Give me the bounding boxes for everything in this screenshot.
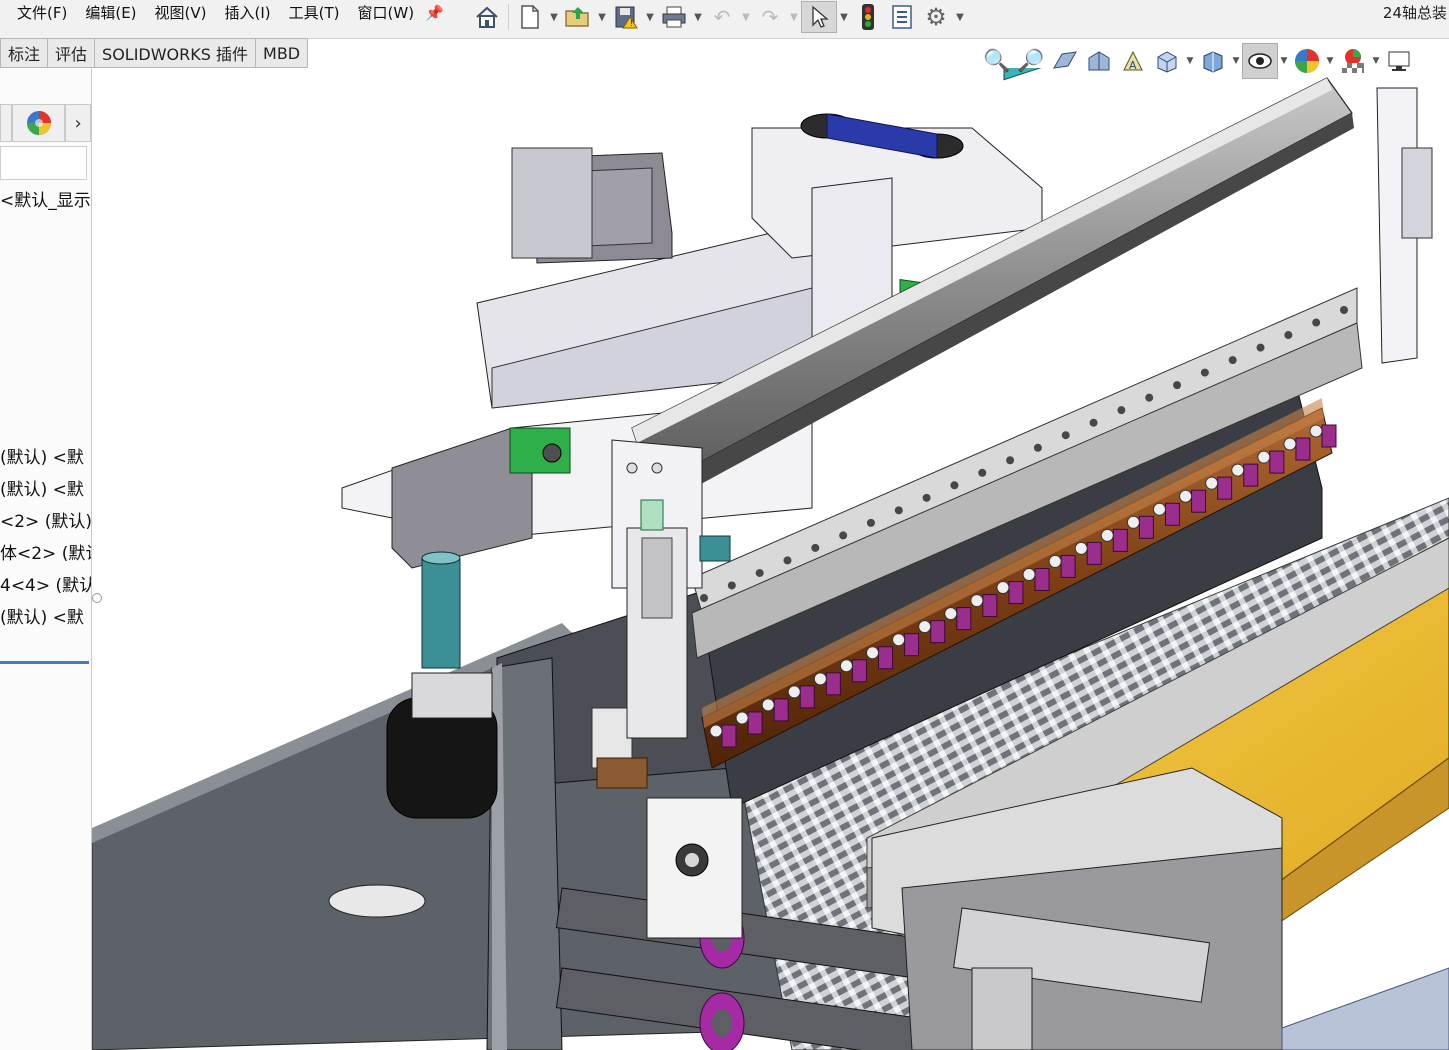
panel-splitter[interactable] — [0, 661, 89, 664]
teal-shaft — [421, 557, 461, 669]
bolt-hole — [1340, 306, 1348, 314]
new-document-icon[interactable] — [513, 2, 547, 32]
document-title: 24轴总装 — [1382, 4, 1447, 22]
bolt-hole — [1089, 418, 1098, 427]
traffic-light-icon[interactable] — [851, 2, 885, 32]
save-icon[interactable]: ! — [609, 2, 643, 32]
bolt-hole — [978, 468, 987, 477]
bolt-hole — [1228, 356, 1237, 365]
tab-solidworks-addins[interactable]: SOLIDWORKS 插件 — [95, 38, 257, 68]
tree-item[interactable]: (默认) <默 — [0, 475, 84, 500]
tab-evaluate[interactable]: 评估 — [48, 38, 96, 68]
menu-insert[interactable]: 插入(I) — [216, 1, 280, 25]
display-style-icon[interactable] — [1196, 44, 1230, 78]
tree-item[interactable]: (默认) <默 — [0, 443, 84, 468]
pin-icon[interactable]: 📌 — [425, 4, 444, 22]
tree-header[interactable]: <默认_显示> — [0, 186, 91, 211]
bolt-hole — [950, 481, 959, 490]
bolt-hole — [1256, 343, 1265, 352]
bolt-hole — [727, 581, 736, 590]
hide-show-items-icon[interactable] — [1242, 43, 1278, 79]
bolt-hole — [1006, 456, 1015, 465]
tree-item[interactable]: (默认) <默 — [0, 603, 84, 628]
chevron-down-icon[interactable]: ▼ — [595, 12, 609, 23]
chevron-down-icon[interactable]: ▼ — [1370, 56, 1382, 66]
menu-tools[interactable]: 工具(T) — [280, 1, 349, 25]
menu-view[interactable]: 视图(V) — [146, 1, 216, 25]
chevron-down-icon[interactable]: ▼ — [837, 12, 851, 23]
panel-tabs: › — [0, 104, 91, 142]
bolt-hole — [1061, 431, 1070, 440]
tab-annotation[interactable]: 标注 — [0, 38, 49, 68]
appearance-tab-icon[interactable] — [11, 104, 66, 142]
chevron-down-icon[interactable]: ▼ — [1184, 56, 1196, 66]
slot-cutout — [328, 884, 426, 918]
chevron-down-icon[interactable]: ▼ — [1230, 56, 1242, 66]
bolt-hole — [1145, 393, 1154, 402]
panel-tab-partial[interactable] — [0, 104, 12, 142]
chevron-down-icon[interactable]: ▼ — [643, 12, 657, 23]
menu-bar: 文件(F) 编辑(E) 视图(V) 插入(I) 工具(T) 窗口(W) 📌 — [8, 0, 444, 26]
tree-item[interactable]: 4<4> (默认 — [0, 571, 91, 596]
apply-scene-icon[interactable] — [1336, 44, 1370, 78]
chevron-right-icon[interactable]: › — [65, 104, 91, 142]
chevron-down-icon[interactable]: ▼ — [953, 12, 967, 23]
bolt-hole — [811, 543, 820, 552]
tree-item[interactable]: <2> (默认) — [0, 507, 91, 532]
chevron-down-icon[interactable]: ▼ — [1278, 56, 1290, 66]
chevron-down-icon[interactable]: ▼ — [739, 12, 753, 23]
filter-input[interactable] — [0, 146, 87, 180]
undo-icon[interactable]: ↶ — [705, 2, 739, 32]
dynamic-annotation-icon[interactable]: A — [1116, 44, 1150, 78]
feature-manager-panel: › <默认_显示> (默认) <默 (默认) <默 <2> (默认) 体<2> … — [0, 68, 92, 1050]
bolt-hole — [1033, 443, 1042, 452]
menu-edit[interactable]: 编辑(E) — [76, 1, 145, 25]
bolt-hole — [1200, 368, 1209, 377]
bolt-hole — [783, 556, 792, 565]
redo-icon[interactable]: ↷ — [753, 2, 787, 32]
bolt-hole — [700, 594, 708, 602]
bolt-hole — [1173, 381, 1182, 390]
chevron-down-icon[interactable]: ▼ — [787, 12, 801, 23]
bolt-hole — [755, 568, 764, 577]
tree-item[interactable]: 体<2> (默认 — [0, 539, 91, 564]
options-gear-icon[interactable]: ⚙ — [919, 2, 953, 32]
command-manager-tabs: 标注 评估 SOLIDWORKS 插件 MBD — [0, 38, 309, 68]
bolt-hole — [922, 493, 931, 502]
bolt-hole — [1284, 331, 1293, 340]
file-properties-icon[interactable] — [885, 2, 919, 32]
toolbar-separator — [508, 4, 509, 30]
bolt-hole — [1312, 318, 1321, 327]
tab-mbd[interactable]: MBD — [256, 38, 309, 68]
zoom-to-fit-icon[interactable]: 🔍 — [980, 44, 1014, 78]
chevron-down-icon[interactable]: ▼ — [547, 12, 561, 23]
print-icon[interactable] — [657, 2, 691, 32]
bolt-hole — [1117, 406, 1126, 415]
chevron-down-icon[interactable]: ▼ — [691, 12, 705, 23]
svg-text:!: ! — [630, 19, 633, 28]
view-orientation-icon[interactable] — [1150, 44, 1184, 78]
view-settings-icon[interactable] — [1382, 44, 1416, 78]
svg-text:A: A — [1129, 59, 1137, 72]
bolt-hole — [866, 518, 875, 527]
graphics-viewport[interactable] — [92, 68, 1449, 1050]
zoom-to-area-icon[interactable]: 🔎 — [1014, 44, 1048, 78]
open-folder-icon[interactable] — [561, 2, 595, 32]
standard-toolbar: ▼ ▼ ! ▼ ▼ ↶ ▼ ↷ ▼ ▼ ⚙ ▼ — [470, 0, 967, 34]
menu-window[interactable]: 窗口(W) — [349, 1, 424, 25]
previous-view-icon[interactable] — [1048, 44, 1082, 78]
edit-appearance-icon[interactable] — [1290, 44, 1324, 78]
cad-model-render[interactable] — [92, 68, 1449, 1050]
select-arrow-icon[interactable] — [801, 1, 837, 33]
chevron-down-icon[interactable]: ▼ — [1324, 56, 1336, 66]
bolt-hole — [839, 531, 848, 540]
home-icon[interactable] — [470, 2, 504, 32]
menu-file[interactable]: 文件(F) — [8, 1, 76, 25]
section-view-icon[interactable] — [1082, 44, 1116, 78]
top-bar: 文件(F) 编辑(E) 视图(V) 插入(I) 工具(T) 窗口(W) 📌 ▼ … — [0, 0, 1449, 39]
bolt-hole — [894, 506, 903, 515]
heads-up-view-toolbar: 🔍 🔎 A ▼ ▼ ▼ ▼ ▼ — [980, 42, 1416, 80]
